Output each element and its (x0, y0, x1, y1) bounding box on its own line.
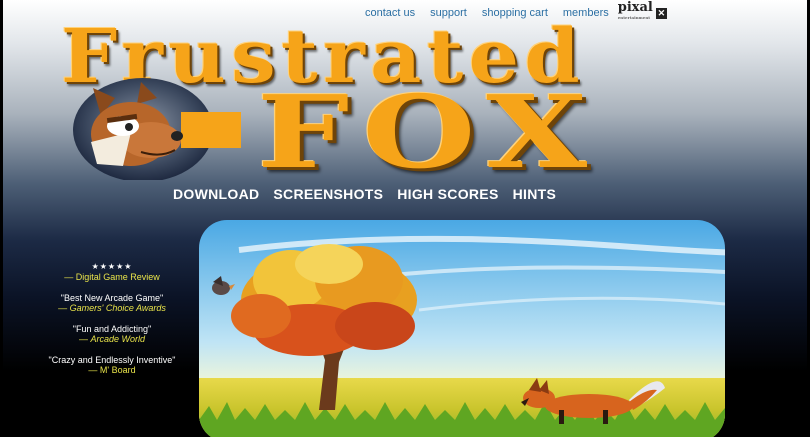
reviews-list: ★★★★★ — Digital Game Review "Best New Ar… (45, 262, 179, 386)
title-fox: FOX (257, 73, 601, 191)
review-quote: "Crazy and Endlessly Inventive" (48, 355, 176, 365)
nav-screenshots[interactable]: SCREENSHOTS (273, 186, 383, 202)
nav-download[interactable]: DOWNLOAD (173, 186, 259, 202)
review-item: ★★★★★ — Digital Game Review (45, 262, 179, 282)
review-item: "Fun and Addicting" — Arcade World (45, 324, 179, 344)
hero-game-image[interactable] (199, 220, 725, 437)
review-source: Gamers' Choice Awards (69, 303, 166, 313)
review-quote: "Fun and Addicting" (72, 324, 152, 334)
main-nav: DOWNLOAD SCREENSHOTS HIGH SCORES HINTS (173, 186, 556, 202)
fox-mascot-icon (73, 78, 241, 180)
pixal-logo-subtext: entertainment (617, 15, 651, 20)
review-source-prefix: — (78, 334, 91, 344)
review-source: — Digital Game Review (64, 272, 160, 282)
review-source-line: — Arcade World (45, 334, 179, 344)
nav-high-scores[interactable]: HIGH SCORES (397, 186, 498, 202)
pixal-logo[interactable]: pixal entertainment (617, 1, 653, 23)
review-source-line: — Gamers' Choice Awards (45, 303, 179, 313)
review-source: Arcade World (90, 334, 146, 344)
review-item: "Crazy and Endlessly Inventive" — M' Boa… (45, 355, 179, 375)
review-source-prefix: — (58, 303, 70, 313)
review-item: "Best New Arcade Game" — Gamers' Choice … (45, 293, 179, 313)
nav-hints[interactable]: HINTS (513, 186, 557, 202)
review-source: — M' Board (88, 365, 136, 375)
close-icon[interactable]: ✕ (655, 7, 667, 19)
review-quote: "Best New Arcade Game" (60, 293, 164, 303)
page: contact us support shopping cart members… (0, 0, 810, 437)
star-rating: ★★★★★ (91, 262, 133, 271)
